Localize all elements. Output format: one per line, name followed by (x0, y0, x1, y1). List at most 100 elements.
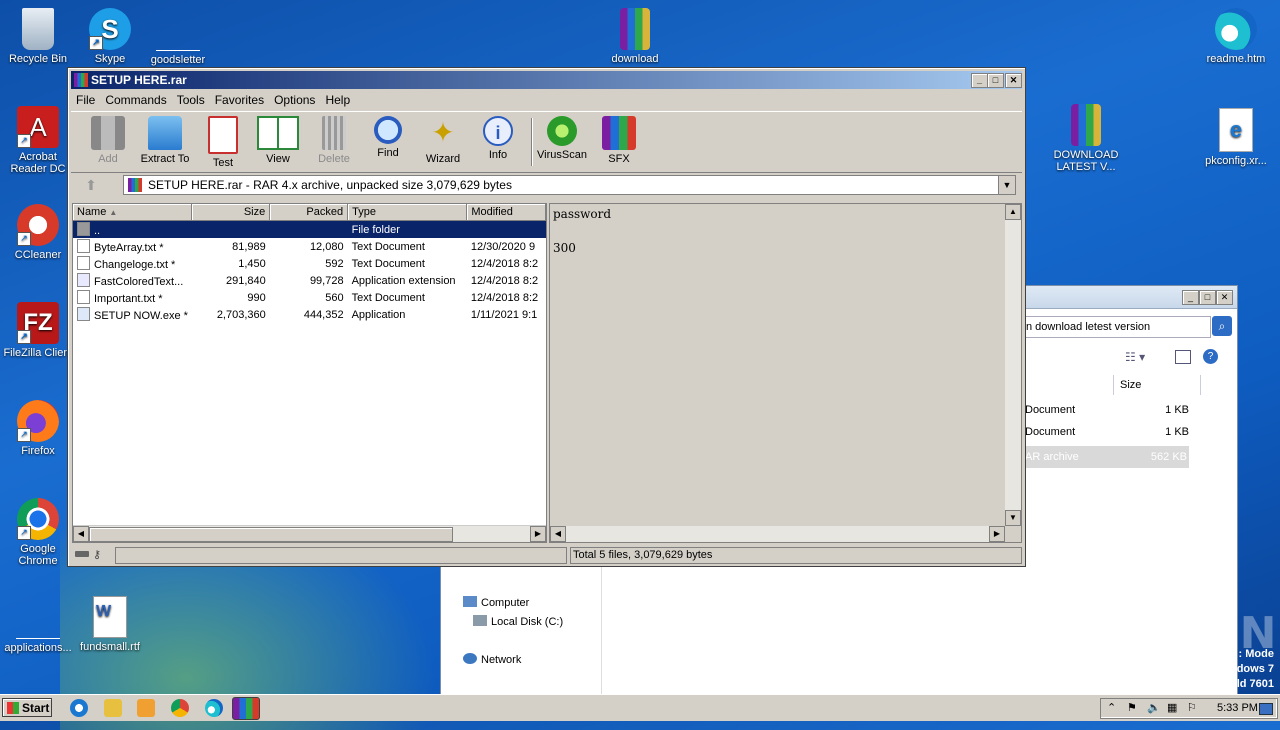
help-icon[interactable]: ? (1203, 349, 1218, 364)
explorer-search-box[interactable]: n download letest version (1025, 316, 1211, 338)
extract-to-button[interactable]: Extract To (136, 114, 194, 165)
sfx-button[interactable]: SFX (590, 114, 648, 165)
up-folder-icon[interactable]: ⬆ (79, 177, 103, 193)
column-header-name[interactable]: Name ▲ (73, 204, 193, 221)
scroll-right-icon[interactable]: ▶ (530, 526, 546, 542)
menu-options[interactable]: Options (269, 91, 320, 109)
table-row[interactable]: Changeloge.txt * 1,450 592 Text Document… (73, 255, 546, 272)
flag-icon[interactable]: ⚑ (1127, 699, 1137, 718)
close-button[interactable]: ✕ (1216, 290, 1233, 305)
minimize-button[interactable]: _ (1182, 290, 1199, 305)
action-center-icon[interactable]: ⚐ (1187, 699, 1197, 718)
delete-button[interactable]: Delete (305, 114, 363, 165)
show-desktop-icon[interactable] (1259, 703, 1273, 715)
winrar-window[interactable]: SETUP HERE.rar _ □ ✕ File Commands Tools Fa… (67, 67, 1026, 567)
nav-item-local-disk[interactable]: Local Disk (C:) (473, 615, 563, 628)
desktop-icon-download-latest[interactable]: DOWNLOAD LATEST V... (1048, 104, 1124, 173)
preview-pane[interactable]: password 300 ▲ ▼ ◀ ▶ (549, 203, 1022, 543)
desktop-icon-filezilla[interactable]: FZ ↗ FileZilla Client (0, 302, 76, 359)
scroll-left-icon[interactable]: ◀ (73, 526, 89, 542)
menu-tools[interactable]: Tools (172, 91, 210, 109)
table-row[interactable]: SETUP NOW.exe * 2,703,360 444,352 Applic… (73, 306, 546, 323)
key-icon[interactable]: ⚷ (93, 548, 101, 561)
maximize-button[interactable]: □ (987, 73, 1004, 88)
desktop-icon-download[interactable]: download (597, 8, 673, 65)
table-row[interactable]: .. File folder (73, 220, 546, 238)
scrollbar-thumb[interactable] (89, 527, 453, 542)
desktop-icon-acrobat[interactable]: A ↗ Acrobat Reader DC (0, 106, 76, 175)
view-options-icon[interactable]: ☷ ▾ (1125, 350, 1145, 364)
scroll-left-icon[interactable]: ◀ (550, 526, 566, 542)
table-row[interactable]: FastColoredText... 291,840 99,728 Applic… (73, 272, 546, 289)
search-icon[interactable]: ⌕ (1212, 316, 1232, 336)
network-tray-icon[interactable]: ▦ (1167, 699, 1177, 718)
show-hidden-icons-icon[interactable]: ⌃ (1107, 699, 1116, 718)
column-header-packed[interactable]: Packed (269, 204, 349, 221)
desktop-icon-firefox[interactable]: ↗ Firefox (0, 400, 76, 457)
preview-text: password 300 (553, 207, 612, 255)
archive-path-field[interactable]: SETUP HERE.rar - RAR 4.x archive, unpack… (123, 175, 1016, 195)
list-item[interactable]: Document 1 KB (1025, 404, 1189, 416)
horizontal-scrollbar[interactable]: ◀ ▶ (73, 525, 546, 542)
column-header-modified[interactable]: Modified (466, 204, 546, 221)
explorer-taskbar-icon[interactable] (104, 699, 122, 717)
find-button[interactable]: Find (359, 114, 417, 159)
text-file-icon (77, 256, 90, 270)
preview-pane-icon[interactable] (1175, 350, 1191, 364)
desktop-icon-pkconfig[interactable]: e pkconfig.xr... (1198, 108, 1274, 167)
view-button[interactable]: View (249, 114, 307, 165)
clock[interactable]: 5:33 PM (1217, 699, 1258, 718)
table-row[interactable]: ByteArray.txt * 81,989 12,080 Text Docum… (73, 238, 546, 255)
shortcut-arrow-icon: ↗ (17, 134, 31, 148)
table-row[interactable]: Important.txt * 990 560 Text Document 12… (73, 289, 546, 306)
status-selection (115, 547, 567, 564)
desktop-icon-recycle-bin[interactable]: Recycle Bin (0, 8, 76, 65)
scroll-right-icon[interactable]: ▶ (989, 526, 1005, 542)
chrome-taskbar-icon[interactable] (171, 699, 189, 717)
menu-file[interactable]: File (71, 91, 100, 109)
column-header-size[interactable]: Size (191, 204, 271, 221)
scroll-down-icon[interactable]: ▼ (1005, 510, 1021, 526)
winrar-titlebar[interactable]: SETUP HERE.rar _ □ ✕ (71, 71, 1022, 89)
desktop-icon-readme[interactable]: readme.htm (1198, 8, 1274, 65)
horizontal-scrollbar[interactable]: ◀ ▶ (550, 526, 1005, 542)
menu-favorites[interactable]: Favorites (210, 91, 269, 109)
add-button[interactable]: Add (79, 114, 137, 165)
info-button[interactable]: i Info (469, 114, 527, 161)
ie-taskbar-icon[interactable] (70, 699, 88, 717)
desktop-icon-goodsletter[interactable]: goodsletter (140, 8, 216, 66)
close-button[interactable]: ✕ (1005, 73, 1022, 88)
vertical-scrollbar[interactable]: ▲ ▼ (1005, 204, 1021, 526)
menu-help[interactable]: Help (320, 91, 355, 109)
edge-taskbar-icon[interactable] (205, 699, 223, 717)
nav-item-computer[interactable]: Computer (463, 596, 529, 609)
desktop-icon-chrome[interactable]: ↗ Google Chrome (0, 498, 76, 567)
desktop-icon-skype[interactable]: S ↗ Skype (72, 8, 148, 65)
nav-item-network[interactable]: Network (463, 653, 521, 666)
list-item[interactable]: Document 1 KB (1025, 426, 1189, 438)
address-bar: ⬆ SETUP HERE.rar - RAR 4.x archive, unpa… (71, 174, 1022, 196)
file-list[interactable]: Name ▲ Size Packed Type Modified .. File… (72, 203, 547, 543)
media-player-taskbar-icon[interactable] (137, 699, 155, 717)
virusscan-button[interactable]: VirusScan (533, 114, 591, 161)
maximize-button[interactable]: □ (1199, 290, 1216, 305)
test-button[interactable]: Test (194, 114, 252, 169)
volume-icon[interactable]: 🔈 (1147, 699, 1161, 718)
winrar-taskbar-button[interactable] (232, 697, 260, 720)
scroll-up-icon[interactable]: ▲ (1005, 204, 1021, 220)
desktop-icon-ccleaner[interactable]: ↗ CCleaner (0, 204, 76, 261)
ccleaner-icon: ↗ (17, 204, 59, 246)
column-header-size[interactable]: Size (1113, 375, 1201, 395)
list-item-selected[interactable]: AR archive 562 KB (1023, 446, 1189, 468)
minimize-button[interactable]: _ (971, 73, 988, 88)
wizard-button[interactable]: ✦ Wizard (414, 114, 472, 165)
menu-commands[interactable]: Commands (100, 91, 171, 109)
desktop-icon-applications[interactable]: applications... (0, 596, 76, 654)
column-header-type[interactable]: Type (347, 204, 468, 221)
desktop-icon-fundsmall[interactable]: W fundsmall.rtf (72, 596, 148, 653)
chevron-down-icon[interactable]: ▼ (998, 176, 1015, 194)
drive-icon[interactable] (75, 551, 89, 557)
dll-file-icon (77, 273, 90, 287)
start-button[interactable]: Start (2, 698, 52, 717)
chrome-icon: ↗ (17, 498, 59, 540)
